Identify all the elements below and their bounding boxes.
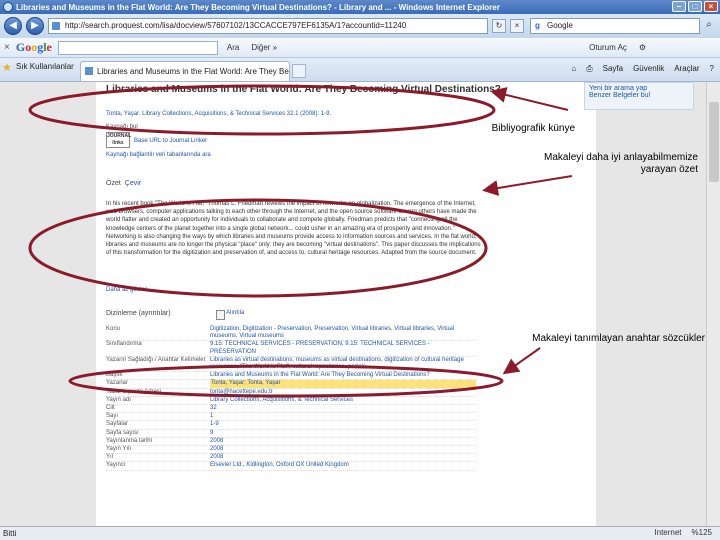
right-links-box: Yeni bir arama yap Benzer Belgeler bul xyxy=(584,82,694,110)
abstract-heading: Özet Çevir xyxy=(106,180,142,187)
google-search-button[interactable]: Ara xyxy=(224,43,242,52)
forward-button[interactable]: ▶ xyxy=(26,17,44,35)
table-row: Sınıflandırma 9.15: TECHNICAL SERVICES - … xyxy=(106,341,476,357)
back-button[interactable]: ◀ xyxy=(4,17,22,35)
find-source-label: Kaynağı bul xyxy=(106,124,138,130)
close-button[interactable]: × xyxy=(704,1,718,12)
wrench-icon[interactable]: ⚙ xyxy=(636,43,649,52)
toolbar-close-icon[interactable]: × xyxy=(4,42,10,53)
status-bar: Bitti Internet %125 xyxy=(0,526,720,540)
google-more-button[interactable]: Diğer » xyxy=(248,43,280,52)
annotation-keywords-label: Makaleyi tanımlayan anahtar sözcükler xyxy=(532,333,705,344)
ie-icon xyxy=(3,2,13,12)
command-bar: ⌂ ⎙ Sayfa Güvenlik Araçlar ? xyxy=(571,64,714,74)
table-row: Yazar e-posta Adresi tonta@hacettepe.edu.… xyxy=(106,389,476,397)
table-row: Cilt 32 xyxy=(106,405,476,414)
zone-indicator: Internet xyxy=(654,528,682,537)
similar-docs-link[interactable]: Benzer Belgeler bul xyxy=(589,92,689,99)
home-icon[interactable]: ⌂ xyxy=(571,64,576,74)
security-menu[interactable]: Güvenlik xyxy=(633,64,664,74)
table-row: Yayın Yılı 2008 xyxy=(106,446,476,455)
indexing-heading[interactable]: Dizinleme (ayrıntılar) xyxy=(106,310,171,317)
google-search-input[interactable] xyxy=(57,40,218,55)
window-controls: – □ × xyxy=(672,1,718,12)
vertical-scrollbar[interactable] xyxy=(706,82,720,526)
journal-linker-link[interactable]: Base URL to Journal Linker xyxy=(134,138,207,144)
status-right: Internet %125 xyxy=(654,528,712,537)
journal-links-logo[interactable]: JOURNAL links xyxy=(106,132,131,148)
zoom-level[interactable]: %125 xyxy=(692,528,712,537)
page-menu[interactable]: Sayfa xyxy=(603,64,623,74)
search-input[interactable]: Google xyxy=(530,18,700,34)
google-logo: Google xyxy=(15,40,52,54)
table-row: Yıl 2008 xyxy=(106,454,476,463)
table-row: Konu Digitization, Digitization - Preserv… xyxy=(106,326,476,342)
document-pane: Libraries and Museums in the Flat World:… xyxy=(96,82,694,526)
page-title: Libraries and Museums in the Flat World:… xyxy=(106,84,501,95)
table-row: Yayıncı Elsevier Ltd., Kidlington, Oxford… xyxy=(106,462,476,471)
help-icon[interactable]: ? xyxy=(710,64,714,74)
signin-button[interactable]: Oturum Aç xyxy=(586,43,630,52)
annotation-abstract-label: Makaleyi daha iyi anlayabilmemize yaraya… xyxy=(544,152,698,175)
translate-link[interactable]: Çevir xyxy=(125,180,141,187)
table-row: Yayınlanma tarihi 2008 xyxy=(106,438,476,447)
tabs-bar: Sık Kullanılanlar Libraries and Museums … xyxy=(0,58,720,82)
find-in-databases-link[interactable]: Kaynağı bağlantılı veri tabanlarında ara xyxy=(106,152,211,158)
minimize-button[interactable]: – xyxy=(672,1,686,12)
new-search-link[interactable]: Yeni bir arama yap xyxy=(589,85,689,92)
scrollbar-thumb[interactable] xyxy=(709,102,719,182)
window-titlebar: Libraries and Museums in the Flat World:… xyxy=(0,0,720,14)
tools-menu[interactable]: Araçlar xyxy=(674,64,699,74)
print-icon[interactable]: ⎙ xyxy=(586,64,592,74)
abstract-text: In his recent book "The World is Flat," … xyxy=(106,201,481,257)
url-input[interactable]: http://search.proquest.com/lisa/docview/… xyxy=(48,18,488,34)
window-title: Libraries and Museums in the Flat World:… xyxy=(16,2,500,12)
table-row: Yazarlar Tonta, Yaşar; Tonta, Yaşar xyxy=(106,380,476,389)
table-row: Başlık Libraries and Museums in the Flat … xyxy=(106,372,476,381)
table-row: Sayı 1 xyxy=(106,413,476,422)
show-less-link[interactable]: Daha az göster xyxy=(106,287,147,293)
table-row: Yayın adı Library Collections, Acquisitio… xyxy=(106,397,476,406)
search-icon[interactable]: ⌕ xyxy=(702,19,716,33)
maximize-button[interactable]: □ xyxy=(688,1,702,12)
indexing-table: Konu Digitization, Digitization - Preserv… xyxy=(106,326,476,471)
favorites-button[interactable]: Sık Kullanılanlar xyxy=(2,61,74,74)
authors-citation[interactable]: Tonta, Yaşar. Library Collections, Acqui… xyxy=(106,111,331,117)
address-bar: ◀ ▶ http://search.proquest.com/lisa/docv… xyxy=(0,14,720,38)
page-viewport: Libraries and Museums in the Flat World:… xyxy=(0,82,720,526)
google-toolbar: × Google Ara Diğer » Oturum Aç ⚙ xyxy=(0,38,720,58)
cite-link[interactable]: Alıntıla xyxy=(216,310,244,320)
annotation-citation-label: Bibliyografik künye xyxy=(491,123,575,134)
table-row: Yazarın Sağladığı / Anahtar Kelimeler Lib… xyxy=(106,357,476,373)
table-row: Sayfalar 1-9 xyxy=(106,421,476,430)
tab-active[interactable]: Libraries and Museums in the Flat World:… xyxy=(80,61,290,81)
new-tab-button[interactable] xyxy=(292,64,306,78)
table-row: Sayfa sayısı 9 xyxy=(106,430,476,438)
status-text: Bitti xyxy=(3,529,17,538)
refresh-button[interactable]: ↻ xyxy=(492,19,506,33)
stop-button[interactable]: × xyxy=(510,19,524,33)
